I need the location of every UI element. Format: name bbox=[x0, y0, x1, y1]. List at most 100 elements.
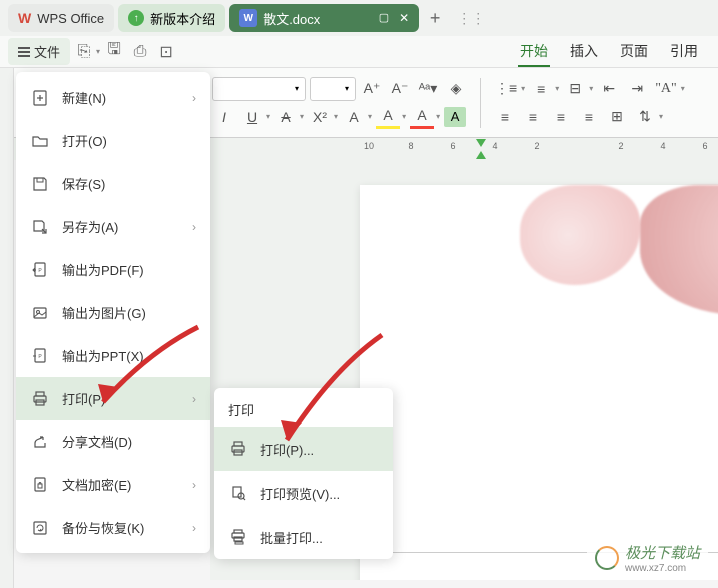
ruler-mark: 4 bbox=[654, 141, 672, 151]
font-family-dropdown[interactable]: ▾ bbox=[212, 77, 306, 101]
menu-item-save-as[interactable]: 另存为(A) › bbox=[16, 205, 210, 248]
font-color-button[interactable]: A bbox=[410, 105, 434, 129]
ruler-mark: 4 bbox=[486, 141, 504, 151]
tab-start[interactable]: 开始 bbox=[518, 37, 550, 67]
menu-item-encrypt[interactable]: 文档加密(E) › bbox=[16, 463, 210, 506]
file-label: 文件 bbox=[34, 42, 60, 61]
font-size-dropdown[interactable]: ▾ bbox=[310, 77, 356, 101]
hamburger-icon bbox=[18, 47, 30, 57]
watermark-logo-icon bbox=[595, 546, 619, 570]
menu-item-export-ppt[interactable]: P 输出为PPT(X) bbox=[16, 334, 210, 377]
menu-item-label: 保存(S) bbox=[62, 174, 105, 193]
menu-item-label: 打印(P) bbox=[62, 389, 105, 408]
menu-item-label: 输出为PDF(F) bbox=[62, 260, 144, 279]
bullet-list-button[interactable]: ⋮≡ bbox=[493, 77, 519, 101]
tab-new-version[interactable]: ↑ 新版本介绍 bbox=[118, 4, 225, 32]
menu-item-label: 输出为PPT(X) bbox=[62, 346, 144, 365]
watermark-url: www.xz7.com bbox=[625, 563, 700, 574]
share-icon bbox=[30, 432, 50, 452]
menu-item-label: 新建(N) bbox=[62, 88, 106, 107]
ruler-mark: 6 bbox=[696, 141, 714, 151]
menu-item-save[interactable]: 保存(S) bbox=[16, 162, 210, 205]
multilevel-list-button[interactable]: ⊟ bbox=[563, 77, 587, 101]
file-menu-button[interactable]: 文件 bbox=[8, 38, 70, 65]
add-tab-button[interactable]: + bbox=[423, 6, 447, 30]
ruler-mark: 6 bbox=[444, 141, 462, 151]
tab-active-document[interactable]: W 散文.docx ▢ ✕ bbox=[229, 4, 419, 32]
tab-wps-label: WPS Office bbox=[37, 11, 104, 26]
superscript-button[interactable]: X² bbox=[308, 105, 332, 129]
submenu-item-batch-print[interactable]: 批量打印... bbox=[214, 515, 393, 559]
decrease-indent-button[interactable]: ⇤ bbox=[597, 77, 621, 101]
menu-item-export-pdf[interactable]: P 输出为PDF(F) bbox=[16, 248, 210, 291]
submenu-item-print[interactable]: 打印(P)... bbox=[214, 427, 393, 471]
tb-save-icon[interactable]: 🖫 bbox=[102, 40, 126, 64]
ribbon-divider bbox=[480, 78, 481, 128]
italic-button[interactable]: I bbox=[212, 105, 236, 129]
tab-reference[interactable]: 引用 bbox=[668, 37, 700, 67]
font-decrease-button[interactable]: A⁻ bbox=[388, 77, 412, 101]
menu-item-share[interactable]: 分享文档(D) bbox=[16, 420, 210, 463]
left-sidebar bbox=[0, 68, 14, 588]
menu-item-label: 备份与恢复(K) bbox=[62, 518, 144, 537]
submenu-header: 打印 bbox=[214, 388, 393, 427]
line-spacing-button[interactable]: ⇅ bbox=[633, 105, 657, 129]
menu-item-open[interactable]: 打开(O) bbox=[16, 119, 210, 162]
ribbon-tabs: 开始 插入 页面 引用 bbox=[518, 37, 710, 67]
submenu-item-preview[interactable]: 打印预览(V)... bbox=[214, 471, 393, 515]
print-preview-icon bbox=[228, 483, 248, 503]
tab-new-version-label: 新版本介绍 bbox=[150, 9, 215, 28]
shading-button[interactable]: A bbox=[444, 107, 466, 127]
watermark: 极光下载站 www.xz7.com bbox=[587, 538, 708, 578]
menu-item-label: 分享文档(D) bbox=[62, 432, 132, 451]
tab-page[interactable]: 页面 bbox=[618, 37, 650, 67]
align-right-button[interactable]: ≡ bbox=[549, 105, 573, 129]
increase-indent-button[interactable]: ⇥ bbox=[625, 77, 649, 101]
tb-preview-icon[interactable]: ⊡ bbox=[154, 40, 178, 64]
tb-new-icon[interactable]: ⎘ bbox=[72, 40, 96, 64]
ruler-mark: 2 bbox=[612, 141, 630, 151]
svg-text:P: P bbox=[38, 354, 42, 360]
menu-item-export-image[interactable]: 输出为图片(G) bbox=[16, 291, 210, 334]
distribute-button[interactable]: ⊞ bbox=[605, 105, 629, 129]
menu-item-print[interactable]: 打印(P) › bbox=[16, 377, 210, 420]
strike-button[interactable]: A bbox=[274, 105, 298, 129]
caret-down-icon[interactable]: ▾ bbox=[96, 47, 100, 56]
submenu-item-label: 打印预览(V)... bbox=[260, 484, 340, 503]
align-justify-button[interactable]: ≡ bbox=[577, 105, 601, 129]
change-case-button[interactable]: ᴬᵃ▾ bbox=[416, 77, 440, 101]
ruler-mark bbox=[570, 141, 588, 151]
pdf-export-icon: P bbox=[30, 260, 50, 280]
menu-item-backup[interactable]: 备份与恢复(K) › bbox=[16, 506, 210, 549]
tb-print-icon[interactable]: ⎙ bbox=[128, 40, 152, 64]
print-icon bbox=[228, 439, 248, 459]
page-decoration bbox=[520, 185, 718, 305]
batch-print-icon bbox=[228, 527, 248, 547]
drag-handle-icon: ⋮⋮ bbox=[457, 10, 485, 27]
tab-wps-office[interactable]: W WPS Office bbox=[8, 4, 114, 32]
word-doc-icon: W bbox=[239, 9, 257, 27]
numbered-list-button[interactable]: ≡ bbox=[529, 77, 553, 101]
text-effects-button[interactable]: A bbox=[342, 105, 366, 129]
tab-window-icon[interactable]: ▢ bbox=[379, 11, 389, 25]
font-increase-button[interactable]: A⁺ bbox=[360, 77, 384, 101]
file-menu-dropdown: 新建(N) › 打开(O) 保存(S) 另存为(A) › P 输出为PDF(F)… bbox=[16, 72, 210, 553]
align-center-button[interactable]: ≡ bbox=[521, 105, 545, 129]
menu-item-label: 输出为图片(G) bbox=[62, 303, 146, 322]
hanging-indent-marker[interactable] bbox=[476, 151, 486, 159]
menu-item-new[interactable]: 新建(N) › bbox=[16, 76, 210, 119]
tab-close-icon[interactable]: ✕ bbox=[399, 11, 409, 25]
print-submenu: 打印 打印(P)... 打印预览(V)... 批量打印... bbox=[214, 388, 393, 559]
menu-item-label: 文档加密(E) bbox=[62, 475, 131, 494]
align-left-button[interactable]: ≡ bbox=[493, 105, 517, 129]
ppt-export-icon: P bbox=[30, 346, 50, 366]
highlight-button[interactable]: A bbox=[376, 105, 400, 129]
page[interactable] bbox=[360, 185, 718, 580]
clear-formatting-button[interactable]: ◈ bbox=[444, 77, 468, 101]
chevron-right-icon: › bbox=[192, 478, 196, 492]
tab-insert[interactable]: 插入 bbox=[568, 37, 600, 67]
underline-button[interactable]: U bbox=[240, 105, 264, 129]
chevron-right-icon: › bbox=[192, 220, 196, 234]
heading-style-button[interactable]: "A" bbox=[653, 77, 679, 101]
ruler-mark: 10 bbox=[360, 141, 378, 151]
